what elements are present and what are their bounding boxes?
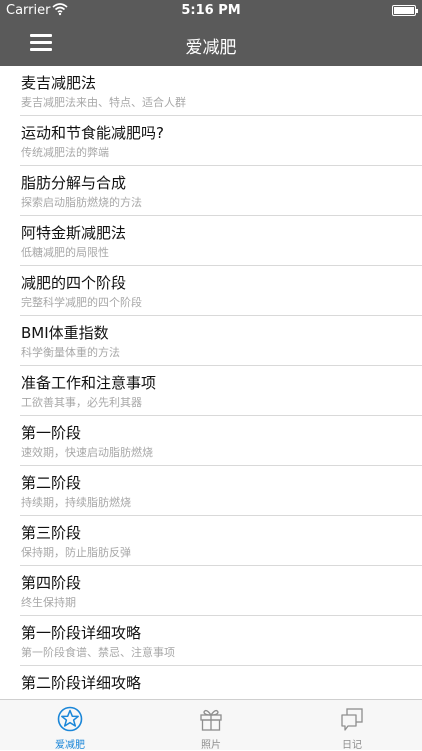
item-title: 第二阶段详细攻略 [21, 674, 142, 692]
item-subtitle: 持续期，持续脂肪燃烧 [21, 496, 131, 509]
item-subtitle: 麦吉减肥法来由、特点、适合人群 [21, 96, 186, 109]
battery-icon [392, 5, 418, 16]
item-subtitle: 低糖减肥的局限性 [21, 246, 109, 259]
tab-bar: 爱减肥 照片 日记 [0, 699, 422, 751]
list-item[interactable]: 第一阶段速效期，快速启动脂肪燃烧 [20, 416, 422, 466]
item-subtitle: 完整科学减肥的四个阶段 [21, 296, 142, 309]
list-item[interactable]: 阿特金斯减肥法低糖减肥的局限性 [20, 216, 422, 266]
item-subtitle: 探索启动脂肪燃烧的方法 [21, 196, 142, 209]
item-title: 第一阶段 [21, 424, 82, 442]
tab-label: 日记 [342, 740, 362, 751]
page-title: 爱减肥 [185, 38, 237, 58]
item-title: 第一阶段详细攻略 [21, 624, 142, 642]
list-item[interactable]: 第二阶段持续期，持续脂肪燃烧 [20, 466, 422, 516]
item-subtitle: 终生保持期 [21, 596, 76, 609]
item-subtitle: 传统减肥法的弊端 [21, 146, 109, 159]
item-title: 阿特金斯减肥法 [21, 224, 127, 242]
list-item[interactable]: 运动和节食能减肥吗? 传统减肥法的弊端 [20, 116, 422, 166]
status-time: 5:16 PM [181, 3, 241, 18]
list-item[interactable]: 麦吉减肥法麦吉减肥法来由、特点、适合人群 [20, 66, 422, 116]
item-subtitle: 速效期，快速启动脂肪燃烧 [21, 446, 153, 459]
gift-box-icon [200, 709, 222, 731]
item-title: 第二阶段 [21, 474, 82, 492]
list-item[interactable]: 第四阶段 终生保持期 [20, 566, 422, 616]
item-subtitle: 第一阶段食谱、禁忌、注意事项 [21, 646, 175, 659]
list-item[interactable]: 准备工作和注意事项工欲善其事，必先利其器 [20, 366, 422, 416]
chat-bubbles-icon [341, 708, 363, 731]
navigation-bar: 爱减肥 [0, 22, 422, 66]
list-item[interactable]: 脂肪分解与合成探索启动脂肪燃烧的方法 [20, 166, 422, 216]
item-title: 第四阶段 [21, 574, 82, 592]
tab-photos[interactable]: 照片 [141, 700, 281, 751]
article-list[interactable]: 麦吉减肥法 麦吉减肥法来由、特点、适合人群 运动和节食能减肥吗? 传统减肥法的弊端 … [0, 66, 422, 699]
tab-home[interactable]: 爱减肥 [0, 700, 140, 751]
item-title: 准备工作和注意事项 [21, 374, 157, 392]
item-subtitle: 保持期，防止脂肪反弹 [21, 546, 131, 559]
item-title: 脂肪分解与合成 [21, 174, 127, 192]
item-title: 减肥的四个阶段 [21, 274, 127, 292]
item-subtitle: 工欲善其事，必先利其器 [21, 396, 142, 409]
list-item[interactable]: BMI体重指数科学衡量体重的方法 [20, 316, 422, 366]
list-item[interactable]: 减肥的四个阶段完整科学减肥的四个阶段 [20, 266, 422, 316]
list-item[interactable]: 第二阶段详细攻略 [20, 666, 422, 699]
tab-diary[interactable]: 日记 [282, 700, 422, 751]
item-title: BMI体重指数 [21, 324, 109, 342]
tab-label: 照片 [201, 740, 221, 751]
item-title: 第三阶段 [21, 524, 82, 542]
tab-label: 爱减肥 [55, 740, 85, 751]
list-item[interactable]: 第三阶段保持期，防止脂肪反弹 [20, 516, 422, 566]
star-badge-icon [57, 706, 83, 732]
item-subtitle: 科学衡量体重的方法 [21, 346, 120, 359]
status-bar: Carrier 5:16 PM [0, 0, 422, 22]
list-item[interactable]: 第一阶段详细攻略第一阶段食谱、禁忌、注意事项 [20, 616, 422, 666]
item-title: 麦吉减肥法 [21, 74, 97, 92]
item-title: 运动和节食能减肥吗? [21, 124, 164, 142]
